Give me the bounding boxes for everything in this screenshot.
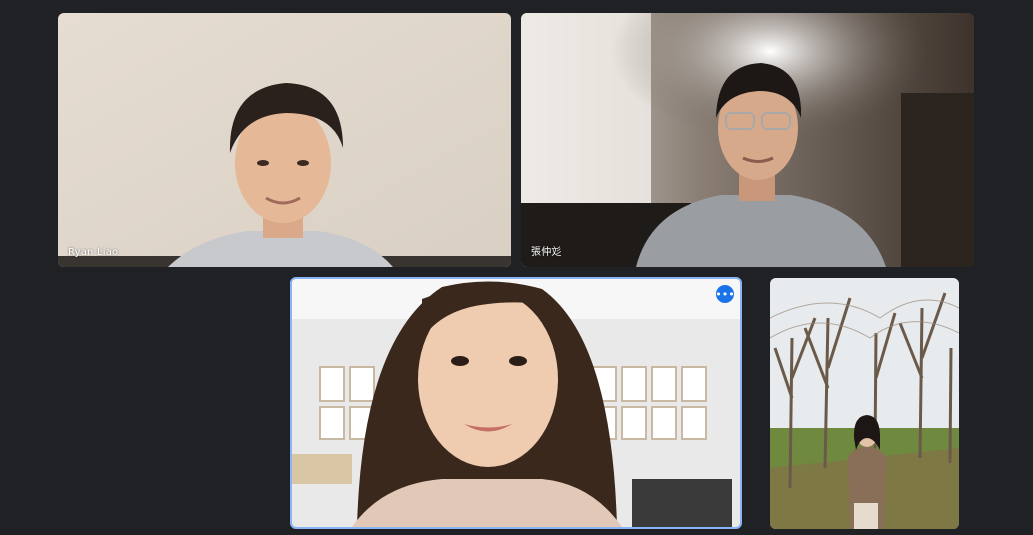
participant-tile-ryan-liao[interactable]: Ryan Liao	[58, 13, 511, 267]
participant-tile-active-speaker[interactable]: •••	[290, 277, 742, 529]
participant-tile-4[interactable]	[770, 278, 959, 529]
participant-video-feed	[521, 13, 974, 267]
more-options-icon[interactable]: •••	[715, 285, 735, 303]
participant-video-feed	[292, 279, 740, 527]
participant-tile-2[interactable]: 張仲彣	[521, 13, 974, 267]
participant-video-feed	[770, 278, 959, 529]
participant-video-feed	[58, 13, 511, 267]
participant-name-label: 張仲彣	[531, 247, 562, 258]
participant-name-label: Ryan Liao	[68, 247, 119, 258]
